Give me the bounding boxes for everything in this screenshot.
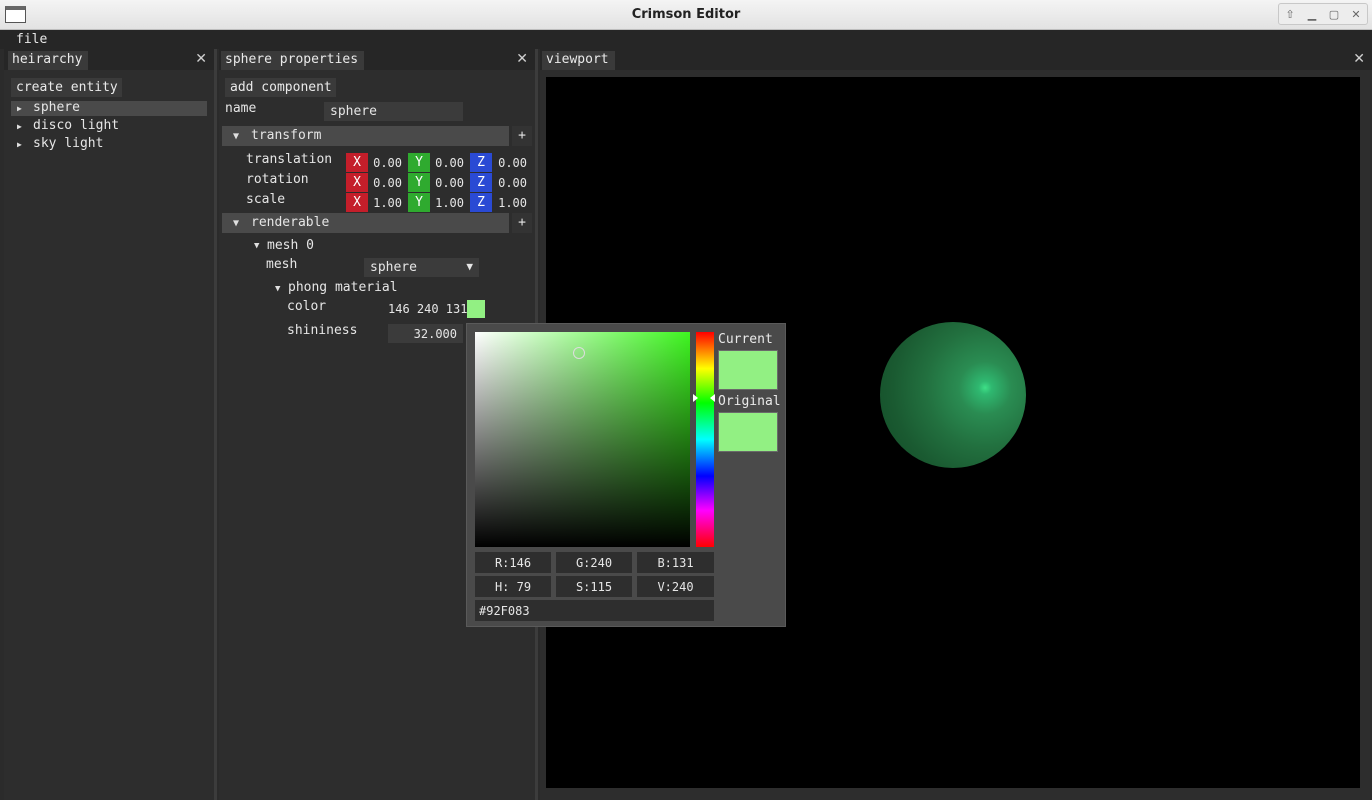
- rotation-x-input[interactable]: 0.00: [362, 173, 402, 192]
- tab-hierarchy[interactable]: heirarchy: [8, 51, 89, 70]
- add-transform-button[interactable]: +: [512, 126, 532, 146]
- saturation-value-square[interactable]: [475, 332, 690, 547]
- menu-file[interactable]: file: [16, 32, 47, 47]
- tree-item-label: disco light: [33, 118, 120, 133]
- tab-sphere-properties[interactable]: sphere properties: [221, 51, 365, 70]
- shininess-label: shininess: [287, 323, 358, 338]
- add-renderable-button[interactable]: +: [512, 213, 532, 233]
- color-label: color: [287, 299, 327, 314]
- green-input[interactable]: G:240: [556, 552, 632, 573]
- section-title: renderable: [251, 215, 330, 230]
- current-color-swatch: [718, 350, 778, 390]
- triangle-right-icon[interactable]: ▶: [17, 122, 22, 131]
- rotation-label: rotation: [246, 172, 309, 187]
- viewport-tabbar: viewport ✕: [540, 49, 1372, 70]
- hierarchy-panel: heirarchy ✕ create entity ▶ sphere ▶ dis…: [4, 49, 214, 800]
- translation-z-input[interactable]: 0.00: [487, 153, 527, 172]
- tree-item-label: sky light: [33, 136, 104, 151]
- close-icon[interactable]: ✕: [1353, 51, 1365, 67]
- scale-x-input[interactable]: 1.00: [362, 193, 402, 212]
- panel-splitter[interactable]: [214, 49, 217, 800]
- value-input[interactable]: V:240: [637, 576, 714, 597]
- rotation-z-input[interactable]: 0.00: [487, 173, 527, 192]
- mesh-select-value: sphere: [370, 260, 417, 275]
- tree-item-label: sphere: [33, 100, 80, 115]
- hex-input[interactable]: #92F083: [475, 600, 714, 621]
- triangle-down-icon[interactable]: ▼: [275, 284, 280, 294]
- scale-y-input[interactable]: 1.00: [424, 193, 464, 212]
- window-titlebar: Crimson Editor ⇧ ▁ ▢ ✕: [0, 0, 1372, 30]
- menubar: file: [0, 30, 1372, 49]
- hue-slider[interactable]: [696, 332, 714, 547]
- color-picker-popup: Current Original R:146 G:240 B:131 H: 79…: [466, 323, 786, 627]
- translation-label: translation: [246, 152, 333, 167]
- scale-label: scale: [246, 192, 286, 207]
- triangle-down-icon[interactable]: ▼: [233, 218, 239, 229]
- triangle-right-icon[interactable]: ▶: [17, 140, 22, 149]
- triangle-down-icon[interactable]: ▼: [233, 131, 239, 142]
- saturation-input[interactable]: S:115: [556, 576, 632, 597]
- hue-arrow-icon: [710, 394, 715, 402]
- section-transform[interactable]: ▼ transform: [222, 126, 509, 146]
- tab-viewport[interactable]: viewport: [542, 51, 615, 70]
- close-icon[interactable]: ✕: [195, 51, 207, 67]
- properties-tabbar: sphere properties ✕: [219, 49, 535, 70]
- hue-arrow-icon: [693, 394, 698, 402]
- window-controls: ⇧ ▁ ▢ ✕: [1278, 3, 1368, 25]
- close-window-icon[interactable]: ✕: [1345, 4, 1367, 24]
- add-component-button[interactable]: add component: [225, 78, 336, 97]
- minimize-icon[interactable]: ▁: [1301, 4, 1323, 24]
- tree-item-sphere[interactable]: ▶ sphere: [11, 100, 207, 116]
- translation-y-input[interactable]: 0.00: [424, 153, 464, 172]
- tree-item-disco-light[interactable]: ▶ disco light: [11, 118, 207, 134]
- translation-x-input[interactable]: 0.00: [362, 153, 402, 172]
- tree-item-sky-light[interactable]: ▶ sky light: [11, 136, 207, 152]
- sv-cursor-icon[interactable]: [573, 347, 585, 359]
- current-label: Current: [718, 332, 773, 347]
- section-renderable[interactable]: ▼ renderable: [222, 213, 509, 233]
- scale-z-input[interactable]: 1.00: [487, 193, 527, 212]
- chevron-down-icon[interactable]: ▼: [466, 260, 473, 273]
- shade-icon[interactable]: ⇧: [1279, 4, 1301, 24]
- mesh-label: mesh: [266, 257, 298, 272]
- material-node-label[interactable]: phong material: [288, 280, 398, 295]
- triangle-right-icon[interactable]: ▶: [17, 104, 22, 113]
- section-title: transform: [251, 128, 322, 143]
- rendered-sphere: [880, 322, 1026, 468]
- name-label: name: [225, 101, 257, 116]
- hierarchy-tabbar: heirarchy ✕: [4, 49, 214, 70]
- mesh-node-label[interactable]: mesh 0: [267, 238, 314, 253]
- red-input[interactable]: R:146: [475, 552, 551, 573]
- name-input[interactable]: sphere: [324, 102, 463, 121]
- close-icon[interactable]: ✕: [516, 51, 528, 67]
- original-color-swatch[interactable]: [718, 412, 778, 452]
- color-swatch[interactable]: [467, 300, 485, 318]
- mesh-select[interactable]: sphere ▼: [364, 258, 479, 277]
- blue-input[interactable]: B:131: [637, 552, 714, 573]
- rotation-y-input[interactable]: 0.00: [424, 173, 464, 192]
- triangle-down-icon[interactable]: ▼: [254, 241, 259, 251]
- window-title: Crimson Editor: [631, 7, 741, 22]
- color-value[interactable]: 146 240 131: [388, 302, 467, 316]
- shininess-input[interactable]: 32.000: [388, 324, 463, 343]
- original-label: Original: [718, 394, 781, 409]
- hue-input[interactable]: H: 79: [475, 576, 551, 597]
- create-entity-button[interactable]: create entity: [11, 78, 122, 97]
- maximize-icon[interactable]: ▢: [1323, 4, 1345, 24]
